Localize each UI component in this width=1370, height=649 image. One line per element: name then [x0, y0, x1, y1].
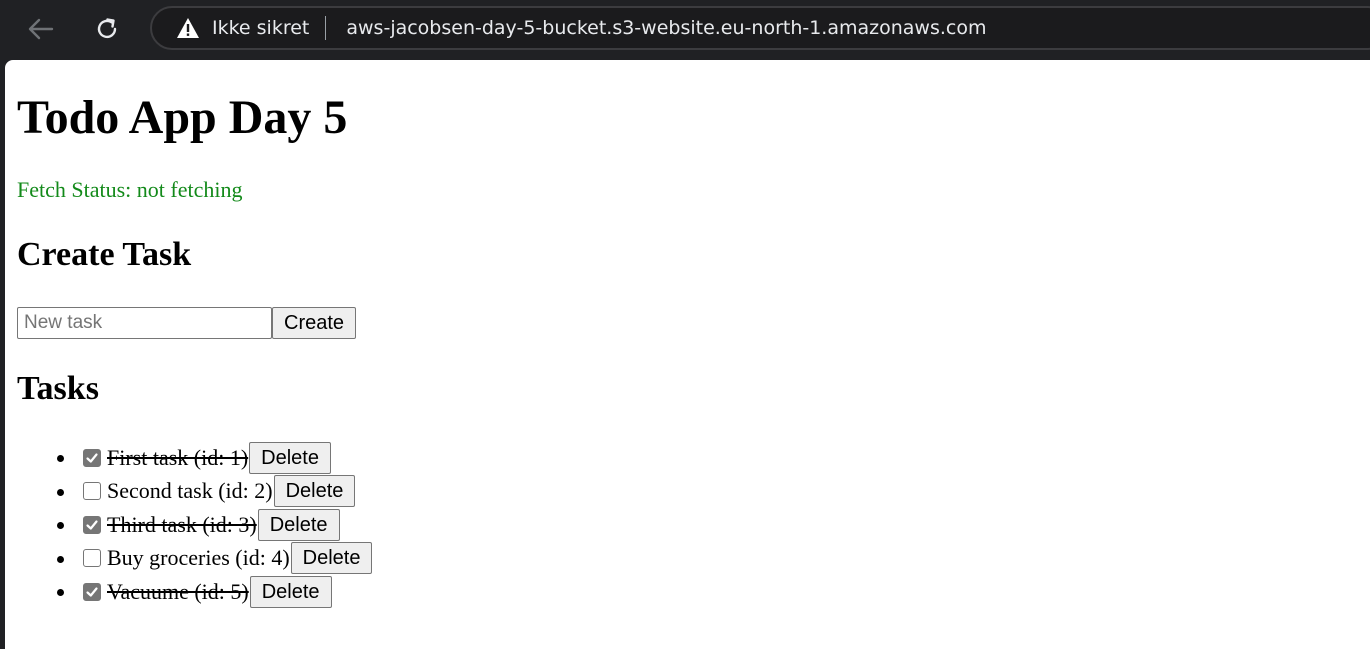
task-item: Second task (id: 2) Delete — [57, 475, 372, 509]
task-checkbox[interactable] — [83, 549, 101, 568]
task-label: Third task (id: 3) — [107, 511, 257, 537]
create-task-heading: Create Task — [17, 236, 192, 273]
back-button[interactable] — [21, 9, 61, 49]
task-item: Third task (id: 3) Delete — [57, 508, 372, 542]
fetch-status: Fetch Status: not fetching — [17, 177, 243, 202]
url-text[interactable]: aws-jacobsen-day-5-bucket.s3-website.eu-… — [346, 17, 986, 39]
page-title: Todo App Day 5 — [17, 91, 348, 144]
delete-button[interactable]: Delete — [273, 475, 356, 508]
task-checkbox[interactable] — [83, 482, 101, 501]
task-list: First task (id: 1) Delete Second task (id:… — [57, 441, 373, 609]
delete-button[interactable]: Delete — [249, 575, 332, 608]
page-content: Todo App Day 5 Fetch Status: not fetchin… — [5, 60, 1370, 649]
new-task-input[interactable] — [17, 307, 272, 339]
list-bullet — [57, 488, 64, 496]
task-label: Second task (id: 2) — [107, 478, 273, 504]
task-item: Buy groceries (id: 4) Delete — [57, 542, 373, 576]
reload-icon — [97, 18, 117, 39]
warning-triangle-icon[interactable] — [176, 17, 200, 39]
task-checkbox[interactable] — [83, 582, 101, 601]
delete-button[interactable]: Delete — [290, 542, 373, 575]
task-item: First task (id: 1) Delete — [57, 441, 372, 475]
task-checkbox[interactable] — [83, 448, 101, 467]
checkmark-icon — [86, 587, 98, 597]
task-checkbox[interactable] — [83, 515, 101, 534]
list-bullet — [57, 589, 64, 596]
task-item: Vacuume (id: 5) Delete — [57, 575, 372, 609]
list-bullet — [57, 555, 64, 563]
task-label: Vacuume (id: 5) — [107, 578, 249, 604]
task-label: First task (id: 1) — [107, 444, 249, 470]
reload-button[interactable] — [87, 9, 127, 49]
browser-toolbar: Ikke sikret aws-jacobsen-day-5-bucket.s3… — [0, 0, 1370, 60]
address-divider — [325, 16, 327, 40]
checkmark-icon — [86, 520, 98, 530]
checkmark-icon — [86, 453, 98, 463]
security-status-label[interactable]: Ikke sikret — [212, 17, 309, 39]
delete-button[interactable]: Delete — [257, 508, 340, 541]
list-bullet — [57, 522, 64, 529]
create-task-form: Create — [17, 307, 357, 339]
tasks-heading: Tasks — [17, 370, 99, 407]
delete-button[interactable]: Delete — [249, 441, 331, 474]
create-button[interactable]: Create — [272, 307, 357, 339]
task-label: Buy groceries (id: 4) — [107, 545, 290, 571]
address-bar[interactable]: Ikke sikret aws-jacobsen-day-5-bucket.s3… — [150, 6, 1370, 50]
list-bullet — [57, 455, 64, 462]
back-arrow-icon — [28, 18, 54, 40]
